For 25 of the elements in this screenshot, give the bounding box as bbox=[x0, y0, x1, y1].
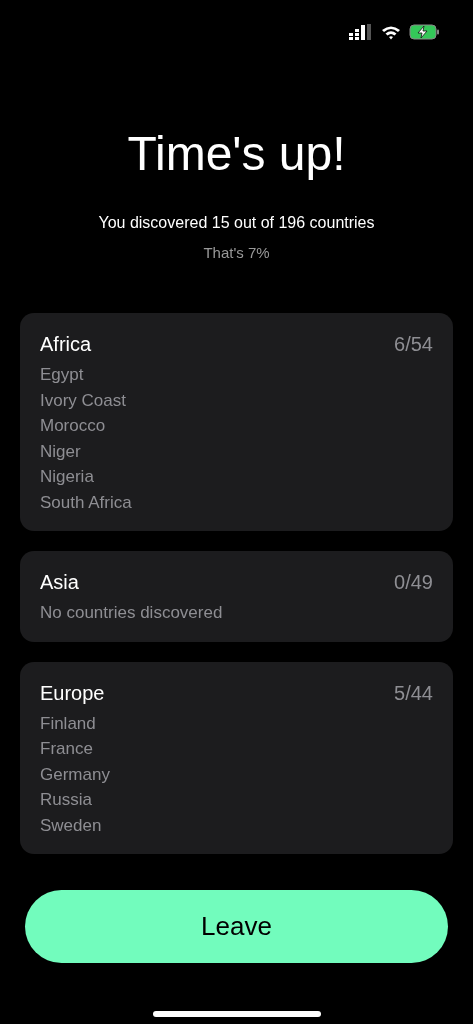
continent-name: Asia bbox=[40, 571, 79, 594]
country-name: Finland bbox=[40, 712, 97, 735]
empty-message: No countries discovered bbox=[40, 602, 224, 624]
country-name: Egypt bbox=[40, 364, 85, 386]
country-name: France bbox=[40, 738, 94, 760]
title: Time's up! bbox=[126, 126, 347, 182]
country-name: Germany bbox=[40, 763, 111, 786]
continent-name: Europe bbox=[40, 681, 105, 705]
country-name: Russia bbox=[40, 789, 93, 811]
signal-icon bbox=[349, 24, 373, 40]
wifi-icon bbox=[381, 24, 401, 40]
continent-score: 0/49 bbox=[394, 571, 433, 594]
percentage-text: That's 7% bbox=[202, 244, 271, 261]
continent-score: 5/44 bbox=[394, 681, 433, 705]
country-name: Nigeria bbox=[40, 466, 95, 488]
leave-button[interactable]: Leave bbox=[25, 890, 448, 963]
country-name: Sweden bbox=[40, 814, 103, 837]
continent-name: Africa bbox=[40, 333, 92, 356]
country-name: Morocco bbox=[40, 415, 107, 437]
country-name: South Africa bbox=[40, 491, 133, 514]
country-name: Niger bbox=[40, 440, 82, 463]
continent-score: 6/54 bbox=[394, 333, 433, 356]
summary-text: You discovered 15 out of 196 countries bbox=[97, 214, 376, 232]
country-name: Ivory Coast bbox=[40, 389, 127, 412]
battery-charging-icon bbox=[409, 24, 441, 40]
